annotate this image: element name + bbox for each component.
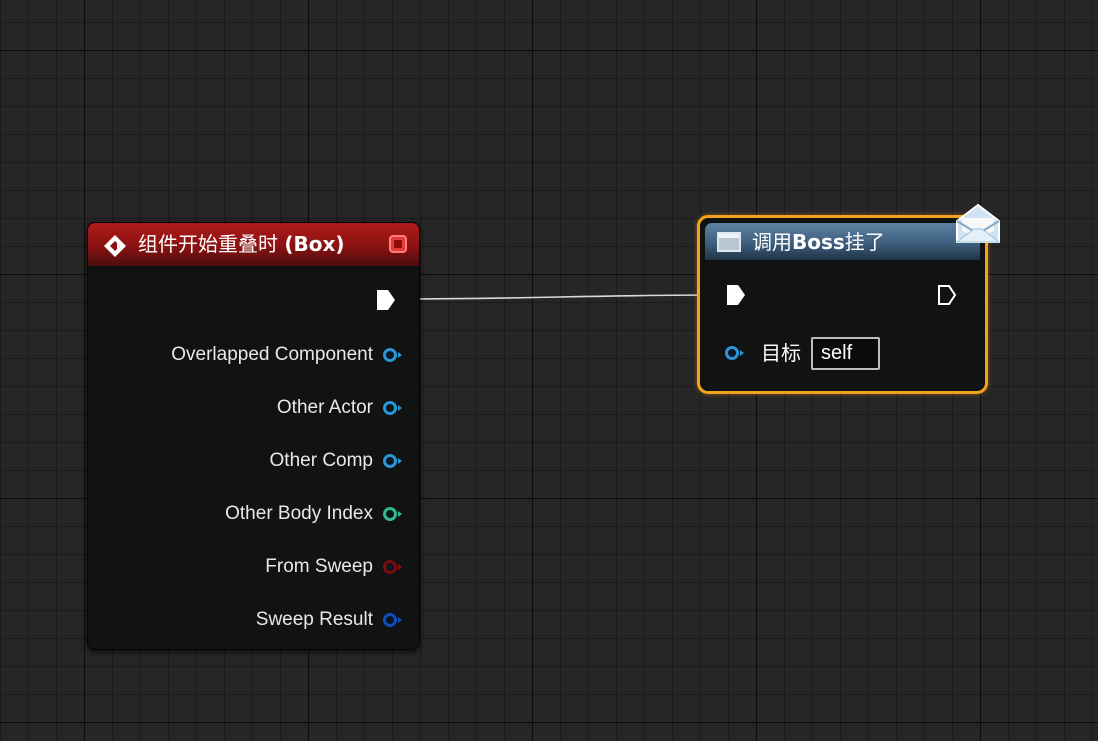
pin-overlapped-component[interactable]: Overlapped Component — [171, 343, 402, 367]
pin-label: From Sweep — [265, 556, 373, 577]
exec-out-pin[interactable] — [375, 288, 397, 312]
pin-sweep-result[interactable]: Sweep Result — [255, 608, 402, 632]
pin-from-sweep[interactable]: From Sweep — [265, 555, 402, 579]
exec-out-pin-function[interactable] — [936, 283, 958, 307]
pin-other-comp[interactable]: Other Comp — [269, 449, 402, 473]
message-envelope-icon — [955, 203, 1001, 243]
boolean-pin-icon[interactable] — [383, 560, 402, 574]
function-icon — [717, 232, 741, 252]
pin-label: Sweep Result — [255, 609, 373, 630]
event-diamond-icon — [104, 235, 126, 257]
exec-in-pin[interactable] — [725, 283, 747, 307]
function-title-prefix: 调用 — [752, 230, 792, 254]
pin-label: Overlapped Component — [171, 344, 373, 365]
event-node-component-begin-overlap[interactable]: 组件开始重叠时 (Box) — [87, 222, 420, 650]
pin-other-actor[interactable]: Other Actor — [276, 396, 402, 420]
object-pin-icon[interactable] — [383, 401, 402, 415]
pin-label: Other Comp — [269, 450, 373, 471]
pin-label: Other Actor — [276, 397, 373, 418]
object-pin-icon[interactable] — [383, 348, 402, 362]
event-node-header[interactable]: 组件开始重叠时 (Box) — [88, 223, 419, 266]
struct-pin-icon[interactable] — [383, 613, 402, 627]
function-node-header[interactable]: 调用Boss挂了 — [705, 223, 980, 260]
event-title-text: 组件开始重叠时 — [138, 232, 278, 256]
integer-pin-icon[interactable] — [383, 507, 402, 521]
target-value-field[interactable]: self — [811, 337, 880, 370]
delegate-icon[interactable] — [389, 235, 407, 253]
function-title-suffix: 挂了 — [844, 230, 885, 254]
pin-other-body-index[interactable]: Other Body Index — [225, 502, 402, 526]
function-node-title: 调用Boss挂了 — [752, 230, 885, 254]
event-title-suffix: (Box) — [284, 232, 345, 256]
target-pin-icon[interactable] — [725, 346, 744, 360]
pin-label: Other Body Index — [225, 503, 373, 524]
target-label: 目标 — [761, 341, 801, 365]
function-title-bold: Boss — [792, 230, 845, 254]
event-node-title: 组件开始重叠时 (Box) — [138, 232, 345, 256]
object-pin-icon[interactable] — [383, 454, 402, 468]
